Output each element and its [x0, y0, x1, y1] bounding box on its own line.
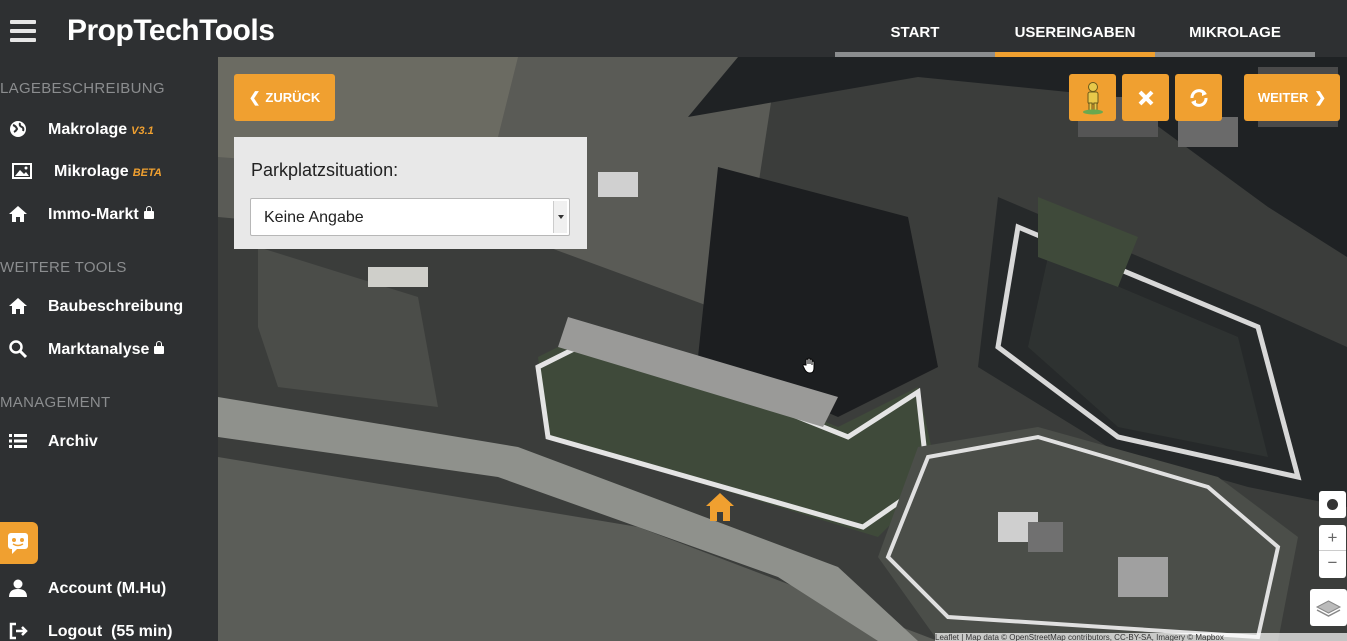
chat-icon — [8, 533, 28, 554]
zoom-out-button[interactable]: − — [1319, 551, 1346, 577]
sidebar-item-makrolage[interactable]: Makrolage V3.1 — [0, 111, 218, 147]
lock-icon — [143, 206, 154, 219]
lock-icon — [154, 341, 165, 354]
parking-panel: Parkplatzsituation: Keine Angabe — [234, 137, 587, 249]
map-attribution[interactable]: Leaflet | Map data © OpenStreetMap contr… — [935, 633, 1347, 641]
sidebar-item-archiv[interactable]: Archiv — [0, 423, 218, 459]
section-title-lagebeschreibung: LAGEBESCHREIBUNG — [0, 80, 165, 97]
tab-mikrolage-label: MIKROLAGE — [1189, 24, 1281, 41]
street-view-button[interactable] — [1069, 74, 1116, 121]
select-arrow-icon — [553, 201, 567, 233]
locate-dot-icon — [1327, 499, 1338, 510]
search-icon — [9, 340, 28, 359]
logout-icon — [9, 622, 28, 640]
top-header: PropTechTools START USEREINGABEN MIKROLA… — [0, 0, 1347, 57]
sidebar-item-mikrolage[interactable]: Mikrolage BETA — [0, 153, 218, 189]
sidebar-item-label: Archiv — [48, 433, 98, 450]
wizard-tabs: START USEREINGABEN MIKROLAGE — [835, 16, 1315, 57]
makrolage-label: Makrolage — [48, 121, 128, 138]
sidebar-item-marktanalyse[interactable]: Marktanalyse — [0, 331, 218, 367]
sidebar-item-logout[interactable]: Logout (55 min) — [0, 613, 218, 641]
hamburger-menu-icon[interactable] — [10, 20, 36, 42]
tab-usereingaben-label: USEREINGABEN — [1014, 24, 1136, 41]
app-logo[interactable]: PropTechTools — [67, 14, 275, 48]
back-button[interactable]: ❮ ZURÜCK — [234, 74, 335, 121]
version-badge: V3.1 — [131, 125, 154, 137]
image-icon — [12, 163, 32, 179]
home-marker-icon[interactable] — [705, 491, 735, 523]
next-label: WEITER — [1257, 90, 1309, 105]
layers-icon — [1315, 600, 1342, 617]
sidebar-item-label: Makrolage V3.1 — [48, 121, 154, 139]
immo-markt-label: Immo-Markt — [48, 206, 139, 223]
layers-button[interactable] — [1310, 589, 1347, 626]
tab-start[interactable]: START — [835, 16, 995, 57]
tab-usereingaben[interactable]: USEREINGABEN — [995, 16, 1155, 57]
clear-button[interactable] — [1122, 74, 1169, 121]
sidebar-item-baubeschreibung[interactable]: Baubeschreibung — [0, 288, 218, 324]
sidebar-item-label: Mikrolage BETA — [54, 163, 162, 181]
mikrolage-label: Mikrolage — [54, 163, 129, 180]
beta-badge: BETA — [132, 167, 162, 179]
chevron-right-icon: ❯ — [1314, 89, 1327, 105]
hand-cursor-icon — [802, 357, 815, 374]
chevron-left-icon: ❮ — [248, 89, 261, 105]
section-title-weitere-tools: WEITERE TOOLS — [0, 259, 127, 276]
tab-mikrolage[interactable]: MIKROLAGE — [1155, 16, 1315, 57]
globe-icon — [10, 121, 26, 137]
zoom-control: + − — [1319, 525, 1346, 578]
sidebar-item-label: Logout (55 min) — [48, 623, 173, 640]
locate-button[interactable] — [1319, 491, 1346, 518]
close-icon — [1138, 90, 1153, 105]
home-icon — [9, 206, 27, 222]
pegman-icon — [1082, 81, 1103, 114]
list-icon — [9, 434, 27, 448]
refresh-button[interactable] — [1175, 74, 1222, 121]
chat-support-button[interactable] — [0, 522, 38, 564]
sidebar-item-label: Baubeschreibung — [48, 298, 184, 315]
parking-label: Parkplatzsituation: — [251, 160, 399, 180]
sidebar-item-label: Immo-Markt — [48, 206, 154, 224]
sidebar-item-label: Marktanalyse — [48, 341, 165, 359]
parking-select-value: Keine Angabe — [264, 209, 364, 226]
sidebar: LAGEBESCHREIBUNG Makrolage V3.1 Mikrolage… — [0, 57, 218, 641]
user-icon — [9, 579, 27, 597]
next-button[interactable]: WEITER ❯ — [1244, 74, 1340, 121]
back-label: ZURÜCK — [265, 90, 321, 105]
parking-select[interactable]: Keine Angabe — [250, 198, 570, 236]
sidebar-item-immo-markt[interactable]: Immo-Markt — [0, 196, 218, 232]
sidebar-item-account[interactable]: Account (M.Hu) — [0, 570, 218, 606]
section-title-management: MANAGEMENT — [0, 394, 111, 411]
refresh-icon — [1190, 88, 1207, 107]
zoom-in-button[interactable]: + — [1319, 525, 1346, 551]
sidebar-item-label: Account (M.Hu) — [48, 580, 167, 597]
marktanalyse-label: Marktanalyse — [48, 341, 150, 358]
tab-start-label: START — [890, 24, 940, 41]
home-icon — [9, 298, 27, 314]
